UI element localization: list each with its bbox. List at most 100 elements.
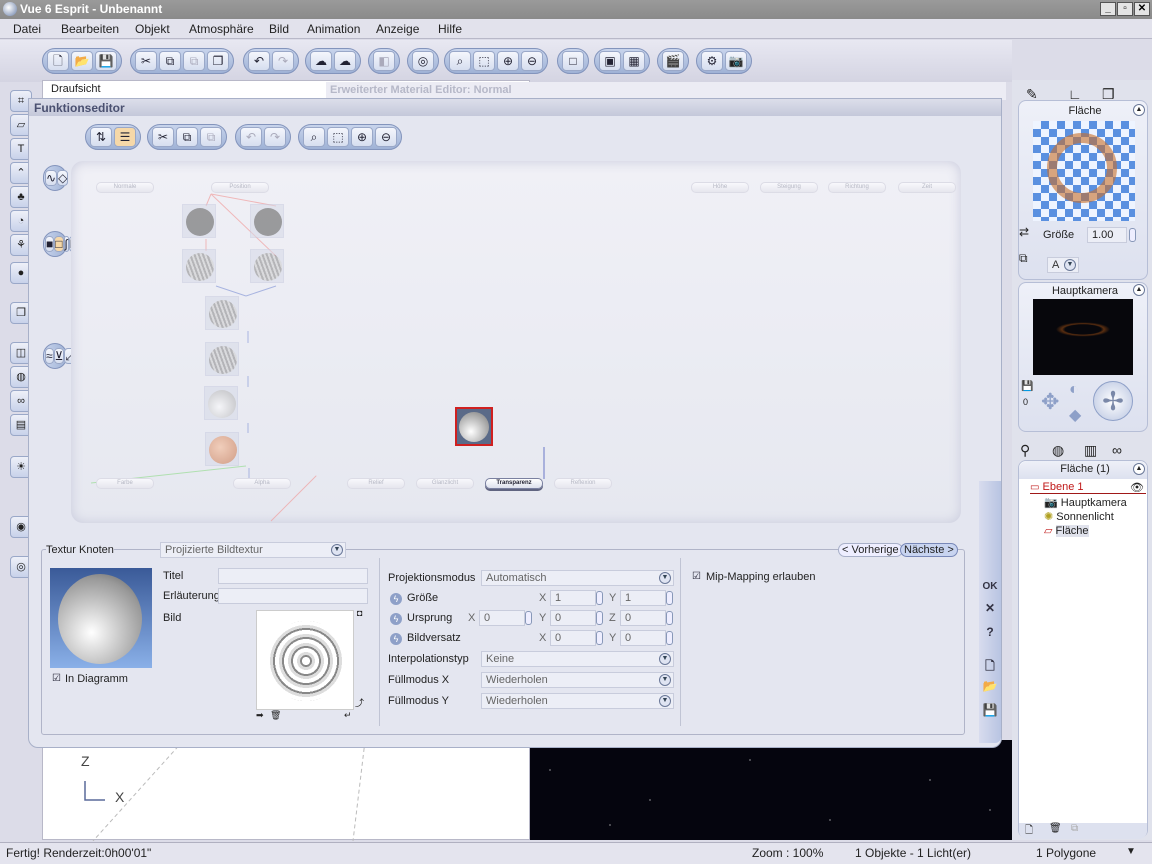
spinner[interactable] bbox=[1129, 228, 1136, 242]
tree-view-icon[interactable]: ⇅ bbox=[90, 127, 112, 147]
texture-node-icon[interactable]: □ bbox=[54, 236, 64, 252]
origin-y-input[interactable]: 0 bbox=[550, 610, 596, 626]
copy-icon[interactable]: ⧉ bbox=[176, 127, 198, 147]
spinner[interactable] bbox=[596, 591, 603, 605]
size-y-input[interactable]: 1 bbox=[620, 590, 666, 606]
previous-button[interactable]: < Vorherige bbox=[838, 543, 903, 557]
pan-control-icon[interactable]: ✥ bbox=[1041, 389, 1059, 415]
layers-tab-icon[interactable]: ▥ bbox=[1084, 442, 1097, 459]
properties-icon[interactable]: ⧉ bbox=[1071, 823, 1078, 834]
store-camera-icon[interactable]: 💾 bbox=[1021, 381, 1033, 392]
graph-node[interactable] bbox=[182, 249, 216, 283]
rotate-camera-icon[interactable]: ✢ bbox=[1093, 381, 1133, 421]
output-transparenz[interactable]: Transparenz bbox=[485, 478, 543, 489]
camera-orbit-icon[interactable]: ◐ bbox=[1069, 381, 1079, 399]
new-layer-icon[interactable]: 🗋 bbox=[1025, 823, 1033, 840]
tree-item-sunlight[interactable]: ✺ Sonnenlicht bbox=[1044, 510, 1114, 523]
minimize-button[interactable]: _ bbox=[1100, 2, 1116, 16]
mapping-icon[interactable]: ⧉ bbox=[1019, 251, 1028, 266]
new-function-icon[interactable]: 🗋 bbox=[981, 657, 999, 678]
atmosphere-editor-icon[interactable]: ☁ bbox=[334, 51, 356, 71]
spinner[interactable] bbox=[666, 611, 673, 625]
zoom-in-icon[interactable]: ⊕ bbox=[351, 127, 373, 147]
spinner[interactable] bbox=[596, 611, 603, 625]
render-area-icon[interactable]: ▣ bbox=[599, 51, 621, 71]
undo-icon[interactable]: ↶ bbox=[240, 127, 262, 147]
camera-options-icon[interactable]: ⚙ bbox=[701, 51, 723, 71]
graph-node[interactable] bbox=[250, 204, 284, 238]
layer-select[interactable]: A ▼ bbox=[1047, 257, 1079, 273]
menu-datei[interactable]: Datei bbox=[13, 22, 41, 36]
zoom-fit-icon[interactable]: ⌕ bbox=[449, 51, 471, 71]
input-normale[interactable]: Normale bbox=[96, 182, 154, 193]
function-graph-canvas[interactable]: Normale Position Höhe Steigung Richtung … bbox=[71, 161, 961, 523]
fill-x-select[interactable]: Wiederholen ▼ bbox=[481, 672, 674, 688]
input-steigung[interactable]: Steigung bbox=[760, 182, 818, 193]
load-atmosphere-icon[interactable]: ☁ bbox=[310, 51, 332, 71]
projection-select[interactable]: Automatisch ▼ bbox=[481, 570, 674, 586]
menu-bild[interactable]: Bild bbox=[269, 22, 289, 36]
rotate-icon[interactable]: ⤴ bbox=[355, 696, 364, 709]
menu-animation[interactable]: Animation bbox=[307, 22, 360, 36]
open-icon[interactable]: 📂 bbox=[71, 51, 93, 71]
camera-viewport[interactable] bbox=[530, 740, 1012, 840]
view-icon[interactable]: □ bbox=[562, 51, 584, 71]
fractal-node-icon[interactable]: ◇ bbox=[57, 170, 69, 186]
turbulence-node-icon[interactable]: ≈ bbox=[45, 348, 54, 364]
selected-texture-node[interactable] bbox=[455, 407, 493, 446]
list-view-icon[interactable]: ☰ bbox=[114, 127, 136, 147]
title-input[interactable] bbox=[218, 568, 368, 584]
close-button[interactable]: ✕ bbox=[1134, 2, 1150, 16]
tree-item-layer[interactable]: ▭ Ebene 1 👁 bbox=[1030, 481, 1146, 494]
snapshot-icon[interactable]: 📷 bbox=[725, 51, 747, 71]
paste-icon[interactable]: ⧉ bbox=[183, 51, 205, 71]
help-button[interactable]: ? bbox=[981, 625, 999, 639]
new-icon[interactable]: 🗋 bbox=[47, 51, 69, 71]
zoom-region-icon[interactable]: ⬚ bbox=[473, 51, 495, 71]
material-preview[interactable] bbox=[1033, 121, 1135, 221]
image-preview[interactable] bbox=[256, 610, 354, 710]
materials-tab-icon[interactable]: ◍ bbox=[1052, 442, 1064, 459]
spinner[interactable] bbox=[525, 611, 532, 625]
collapse-icon[interactable]: ▲ bbox=[1133, 463, 1145, 475]
zoom-out-icon[interactable]: ⊖ bbox=[375, 127, 397, 147]
color-node-icon[interactable]: ■ bbox=[45, 236, 55, 252]
description-input[interactable] bbox=[218, 588, 368, 604]
output-relief[interactable]: Relief bbox=[347, 478, 405, 489]
animate-size-icon[interactable]: ϟ bbox=[390, 593, 402, 605]
chevron-down-icon[interactable]: ▼ bbox=[1126, 846, 1136, 857]
ok-button[interactable]: OK bbox=[981, 581, 999, 592]
collapse-icon[interactable]: ▲ bbox=[1133, 284, 1145, 296]
undo-icon[interactable]: ↶ bbox=[248, 51, 270, 71]
spinner[interactable] bbox=[596, 631, 603, 645]
animate-origin-icon[interactable]: ϟ bbox=[390, 613, 402, 625]
dolly-icon[interactable]: ◆ bbox=[1069, 405, 1081, 425]
delete-image-icon[interactable]: 🗑 bbox=[270, 710, 281, 721]
fill-y-select[interactable]: Wiederholen ▼ bbox=[481, 693, 674, 709]
redo-icon[interactable]: ↷ bbox=[264, 127, 286, 147]
swap-icon[interactable]: ⇄ bbox=[1019, 225, 1029, 239]
redo-icon[interactable]: ↷ bbox=[272, 51, 294, 71]
zoom-fit-icon[interactable]: ⌕ bbox=[303, 127, 325, 147]
size-input[interactable]: 1.00 bbox=[1087, 227, 1127, 243]
duplicate-icon[interactable]: ❐ bbox=[207, 51, 229, 71]
mip-mapping-checkbox[interactable]: ☑ bbox=[692, 572, 702, 582]
image-options-icon[interactable]: ◘ bbox=[357, 608, 362, 618]
copy-icon[interactable]: ⧉ bbox=[159, 51, 181, 71]
size-x-input[interactable]: 1 bbox=[550, 590, 596, 606]
output-farbe[interactable]: Farbe bbox=[96, 478, 154, 489]
origin-x-input[interactable]: 0 bbox=[479, 610, 525, 626]
menu-anzeige[interactable]: Anzeige bbox=[376, 22, 419, 36]
origin-z-input[interactable]: 0 bbox=[620, 610, 666, 626]
save-icon[interactable]: 💾 bbox=[95, 51, 117, 71]
output-reflexion[interactable]: Reflexion bbox=[554, 478, 612, 489]
render-icon[interactable]: ▦ bbox=[623, 51, 645, 71]
input-hoehe[interactable]: Höhe bbox=[691, 182, 749, 193]
render-options-icon[interactable]: ◎ bbox=[412, 51, 434, 71]
save-function-icon[interactable]: 💾 bbox=[981, 703, 999, 717]
input-zeit[interactable]: Zeit bbox=[898, 182, 956, 193]
material-icon[interactable]: ◧ bbox=[373, 51, 395, 71]
node-type-select[interactable]: Projizierte Bildtextur ▼ bbox=[160, 542, 346, 558]
restore-button[interactable]: ▫ bbox=[1117, 2, 1133, 16]
combiner-node-icon[interactable]: ⊻ bbox=[53, 348, 65, 364]
